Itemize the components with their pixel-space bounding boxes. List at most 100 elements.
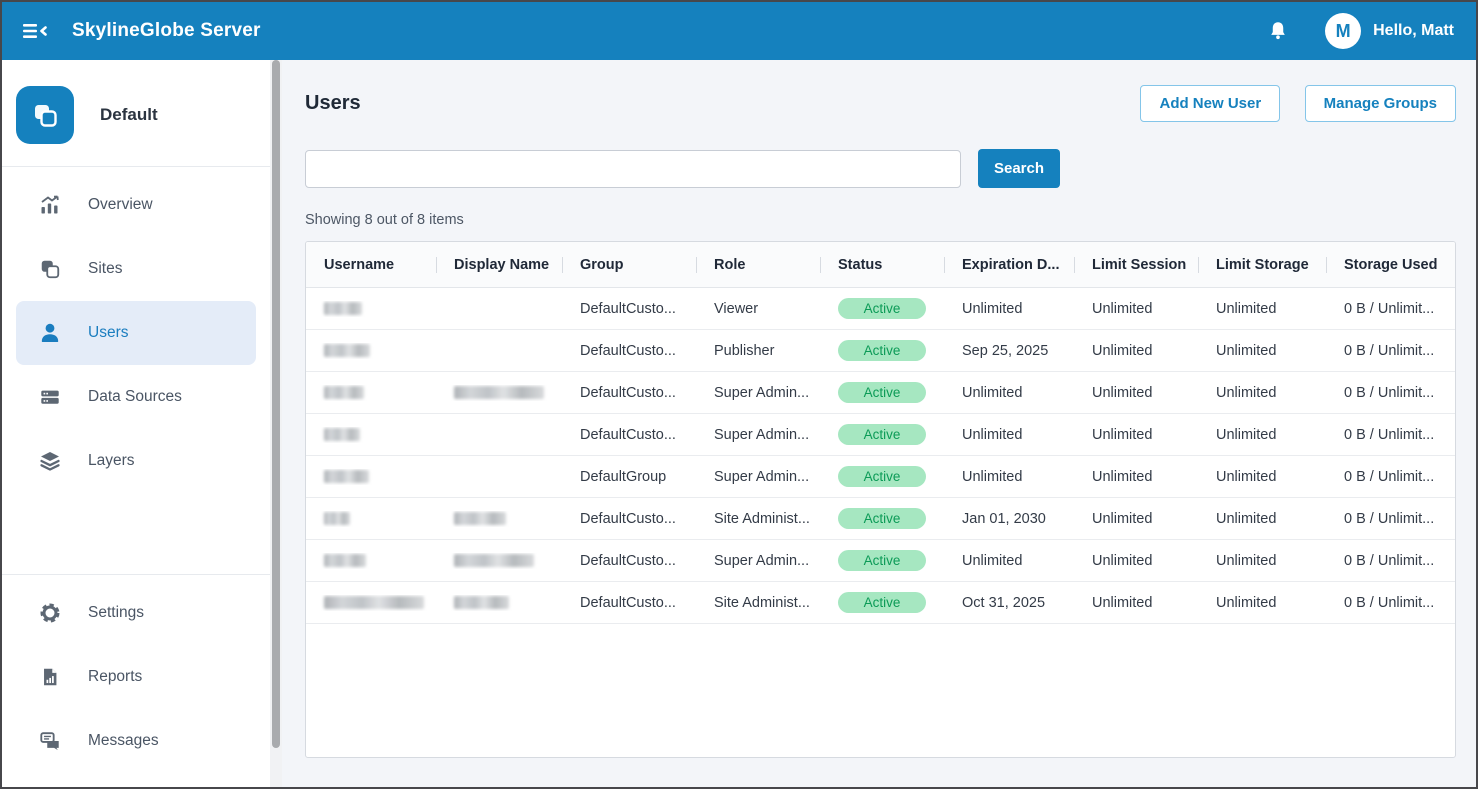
cell-status: Active bbox=[820, 508, 944, 529]
table-row[interactable]: DefaultCusto...Site Administ...ActiveOct… bbox=[306, 582, 1455, 624]
cell-storage-used: 0 B / Unlimit... bbox=[1326, 595, 1455, 611]
table-row[interactable]: DefaultGroupSuper Admin... Active Unlimite… bbox=[306, 456, 1455, 498]
sidebar-item-reports[interactable]: Reports bbox=[16, 645, 256, 709]
main-content: Users Add New User Manage Groups Search … bbox=[282, 60, 1476, 787]
cell-username bbox=[306, 385, 436, 401]
sidebar-item-sites[interactable]: Sites bbox=[16, 237, 256, 301]
search-input[interactable] bbox=[305, 150, 961, 188]
column-header-display-name[interactable]: Display Name bbox=[436, 257, 562, 273]
cell-limit-session: Unlimited bbox=[1074, 595, 1198, 611]
cell-group: DefaultGroup bbox=[562, 469, 696, 485]
cell-status: Active bbox=[820, 382, 944, 403]
user-greeting[interactable]: Hello, Matt bbox=[1373, 22, 1454, 40]
cell-limit-storage: Unlimited bbox=[1198, 427, 1326, 443]
status-badge: Active bbox=[838, 466, 926, 487]
sidebar-item-label: Reports bbox=[88, 668, 142, 686]
sidebar-scrollbar bbox=[270, 60, 282, 787]
redacted-text bbox=[324, 470, 369, 483]
manage-groups-button[interactable]: Manage Groups bbox=[1305, 85, 1456, 122]
cell-limit-storage: Unlimited bbox=[1198, 301, 1326, 317]
cell-storage-used: 0 B / Unlimit... bbox=[1326, 427, 1455, 443]
scrollbar-thumb[interactable] bbox=[272, 60, 280, 748]
cell-username bbox=[306, 343, 436, 359]
cell-expiration: Unlimited bbox=[944, 427, 1074, 443]
cell-expiration: Unlimited bbox=[944, 553, 1074, 569]
results-summary: Showing 8 out of 8 items bbox=[305, 212, 1456, 228]
cell-expiration: Unlimited bbox=[944, 469, 1074, 485]
column-header-expiration[interactable]: Expiration D... bbox=[944, 257, 1074, 273]
cell-expiration: Unlimited bbox=[944, 301, 1074, 317]
sidebar-item-label: Data Sources bbox=[88, 388, 182, 406]
redacted-text bbox=[324, 344, 370, 357]
column-header-username[interactable]: Username bbox=[306, 257, 436, 273]
column-header-storage-used[interactable]: Storage Used bbox=[1326, 257, 1455, 273]
sidebar-item-overview[interactable]: Overview bbox=[16, 173, 256, 237]
table-row[interactable]: DefaultCusto...Super Admin...ActiveUnlim… bbox=[306, 540, 1455, 582]
add-new-user-button[interactable]: Add New User bbox=[1140, 85, 1280, 122]
sidebar-divider bbox=[2, 166, 270, 167]
table-row[interactable]: DefaultCusto...Super Admin...ActiveUnlim… bbox=[306, 372, 1455, 414]
cell-role: Super Admin... bbox=[696, 553, 820, 569]
column-header-group[interactable]: Group bbox=[562, 257, 696, 273]
sidebar-item-settings[interactable]: Settings bbox=[16, 581, 256, 645]
column-header-limit-storage[interactable]: Limit Storage bbox=[1198, 257, 1326, 273]
cell-display-name bbox=[436, 511, 562, 527]
cell-limit-storage: Unlimited bbox=[1198, 553, 1326, 569]
cell-group: DefaultCusto... bbox=[562, 427, 696, 443]
cell-storage-used: 0 B / Unlimit... bbox=[1326, 385, 1455, 401]
table-row[interactable]: DefaultCusto...ViewerActiveUnlimitedUnli… bbox=[306, 288, 1455, 330]
cell-display-name bbox=[436, 595, 562, 611]
workspace-tile-icon bbox=[16, 86, 74, 144]
layers-icon bbox=[38, 449, 62, 473]
workspace-selector[interactable]: Default bbox=[16, 86, 270, 144]
status-badge: Active bbox=[838, 424, 926, 445]
sidebar-item-data-sources[interactable]: Data Sources bbox=[16, 365, 256, 429]
sidebar-item-layers[interactable]: Layers bbox=[16, 429, 256, 493]
sidebar-divider bbox=[2, 574, 270, 575]
column-header-status[interactable]: Status bbox=[820, 257, 944, 273]
status-badge: Active bbox=[838, 298, 926, 319]
chat-icon bbox=[38, 729, 62, 753]
gear-icon bbox=[38, 601, 62, 625]
app-window: SkylineGlobe Server M Hello, Matt bbox=[0, 0, 1478, 789]
cell-status: Active bbox=[820, 466, 944, 487]
cell-group: DefaultCusto... bbox=[562, 553, 696, 569]
status-badge: Active bbox=[838, 340, 926, 361]
table-row[interactable]: DefaultCusto...PublisherActiveSep 25, 20… bbox=[306, 330, 1455, 372]
cell-display-name bbox=[436, 553, 562, 569]
cell-limit-storage: Unlimited bbox=[1198, 511, 1326, 527]
cell-storage-used: 0 B / Unlimit... bbox=[1326, 301, 1455, 317]
cell-role: Super Admin... bbox=[696, 385, 820, 401]
sidebar-item-messages[interactable]: Messages bbox=[16, 709, 256, 773]
cell-limit-session: Unlimited bbox=[1074, 343, 1198, 359]
cell-limit-session: Unlimited bbox=[1074, 469, 1198, 485]
sidebar-item-label: Messages bbox=[88, 732, 159, 750]
cell-username bbox=[306, 595, 436, 611]
cell-role: Publisher bbox=[696, 343, 820, 359]
cell-username bbox=[306, 469, 436, 485]
cell-status: Active bbox=[820, 340, 944, 361]
cell-role: Super Admin... bbox=[696, 469, 820, 485]
cell-limit-session: Unlimited bbox=[1074, 385, 1198, 401]
table-body: DefaultCusto...ViewerActiveUnlimitedUnli… bbox=[306, 288, 1455, 624]
column-header-limit-session[interactable]: Limit Session bbox=[1074, 257, 1198, 273]
table-row[interactable]: DefaultCusto...Site Administ...ActiveJan… bbox=[306, 498, 1455, 540]
search-button[interactable]: Search bbox=[978, 149, 1060, 188]
workspace-name: Default bbox=[100, 105, 158, 125]
sidebar-item-users[interactable]: Users bbox=[16, 301, 256, 365]
column-header-role[interactable]: Role bbox=[696, 257, 820, 273]
notifications-bell-icon[interactable] bbox=[1267, 19, 1289, 43]
report-icon bbox=[38, 665, 62, 689]
table-row[interactable]: DefaultCusto...Super Admin...ActiveUnlim… bbox=[306, 414, 1455, 456]
page-title: Users bbox=[305, 92, 361, 115]
redacted-text bbox=[454, 596, 509, 609]
cell-role: Viewer bbox=[696, 301, 820, 317]
status-badge: Active bbox=[838, 382, 926, 403]
redacted-text bbox=[324, 428, 360, 441]
user-avatar[interactable]: M bbox=[1325, 13, 1361, 49]
bar-chart-icon bbox=[38, 193, 62, 217]
cell-limit-storage: Unlimited bbox=[1198, 595, 1326, 611]
cell-storage-used: 0 B / Unlimit... bbox=[1326, 553, 1455, 569]
cell-storage-used: 0 B / Unlimit... bbox=[1326, 511, 1455, 527]
collapse-menu-icon[interactable] bbox=[22, 19, 48, 43]
